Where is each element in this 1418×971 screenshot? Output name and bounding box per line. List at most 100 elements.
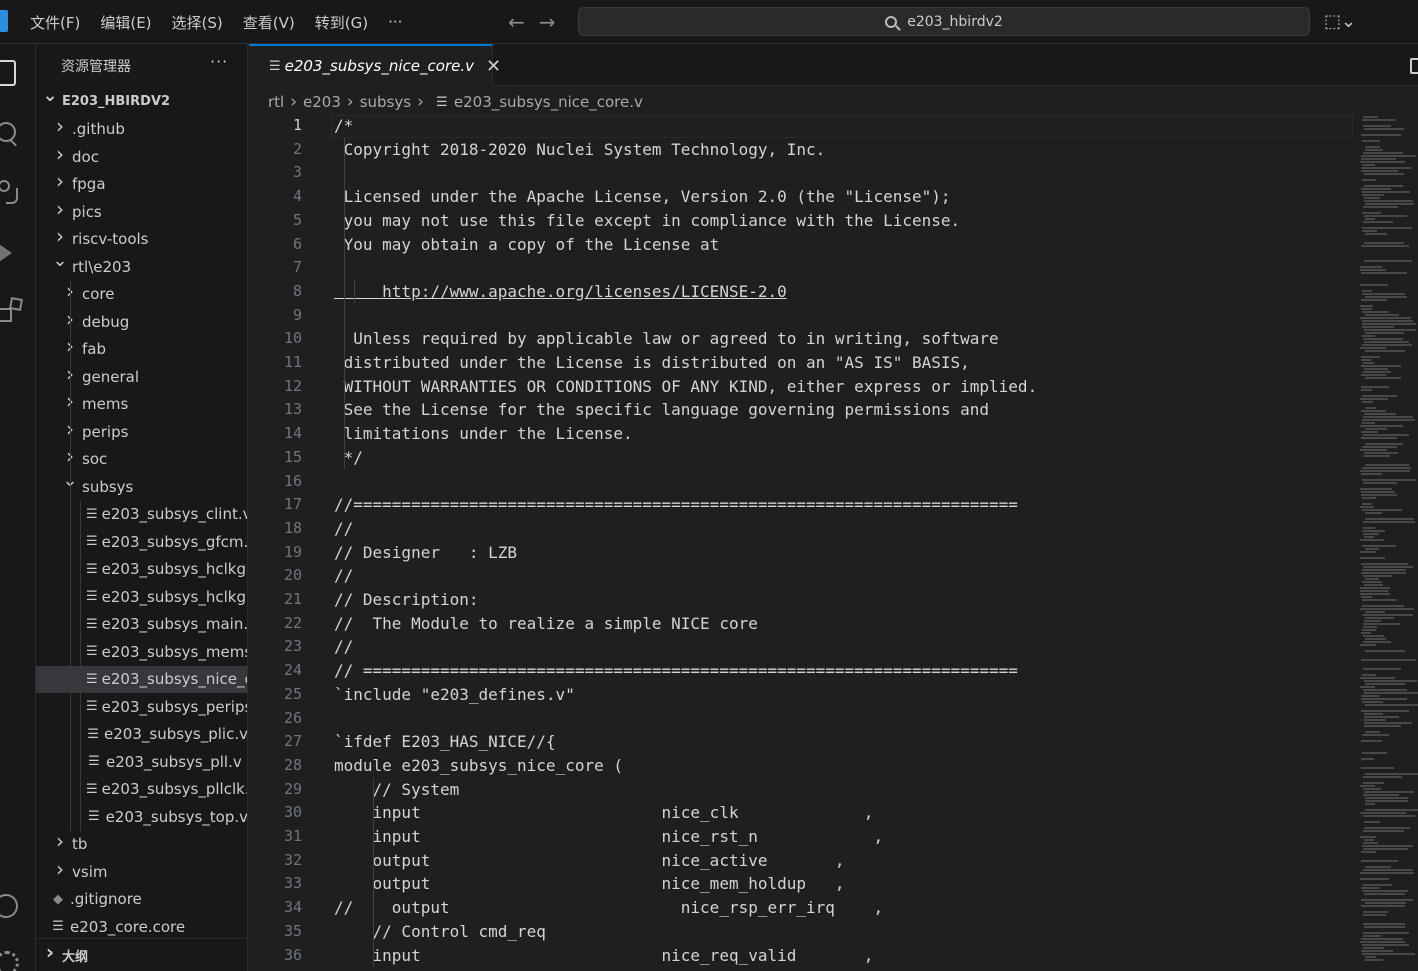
tree-folder[interactable]: subsys [36, 473, 247, 500]
menu-file[interactable]: 文件(F) [30, 12, 80, 33]
tree-file[interactable]: ☰ e203_subsys_clint.v [36, 501, 247, 528]
explorer-more-button[interactable]: ··· [210, 52, 228, 71]
tree-file[interactable]: ☰ e203_subsys_hclkg... [36, 556, 248, 583]
breadcrumb-rtl[interactable]: rtl [268, 93, 284, 111]
source-control-icon[interactable] [0, 180, 24, 204]
tree-file[interactable]: ☰ e203_subsys_pllclk... [36, 776, 247, 803]
gear-icon[interactable] [0, 949, 24, 971]
tree-folder[interactable]: soc [36, 446, 247, 473]
menu-view[interactable]: 查看(V) [243, 12, 295, 33]
tree-folder[interactable]: perips [36, 418, 247, 445]
split-editor-icon[interactable] [1410, 58, 1418, 74]
minimap-line [1361, 359, 1371, 361]
minimap[interactable] [1356, 114, 1418, 971]
tree-file[interactable]: ☰ e203_subsys_hclkg... [36, 583, 247, 610]
indent-guide [70, 280, 71, 831]
breadcrumb-subsys[interactable]: subsys [360, 93, 411, 111]
minimap-line [1362, 497, 1376, 499]
copilot-chat-icon[interactable]: ⬚⌄ [1324, 11, 1356, 32]
tree-folder[interactable]: .github [36, 116, 247, 143]
code-text: module e203_subsys_nice_core ( [334, 755, 623, 775]
minimap-line [1362, 479, 1416, 481]
tree-folder[interactable]: pics [36, 198, 247, 225]
code-text: `ifdef E203_HAS_NICE//{ [334, 732, 556, 752]
menu-edit[interactable]: 编辑(E) [100, 12, 151, 33]
close-icon[interactable]: ✕ [486, 56, 501, 77]
line-number: 1 [292, 116, 302, 134]
tree-file[interactable]: ◆ .gitignore [36, 886, 247, 913]
explorer-files-icon[interactable] [0, 60, 16, 86]
code-line: 16 [249, 470, 1354, 494]
tree-file[interactable]: ☰e203_subsys_nice_c... [36, 665, 247, 693]
menu-go[interactable]: 转到(G) [315, 12, 368, 33]
tree-item-label: fab [82, 340, 106, 358]
back-arrow-icon[interactable]: ← [508, 10, 525, 34]
code-line: 36 input nice_req_valid , [249, 944, 1354, 968]
tree-item-label: core [82, 285, 115, 303]
search-icon[interactable] [0, 122, 24, 146]
code-line: 9 [249, 304, 1354, 328]
tree-item-label: e203_subsys_hclkg... [101, 560, 248, 578]
tree-folder[interactable]: core [36, 281, 247, 308]
tree-file[interactable]: ☰ e203_subsys_pll.v [36, 748, 247, 775]
tree-file[interactable]: ☰ e203_subsys_main.v [36, 611, 247, 638]
tree-folder[interactable]: rtl\e203 [36, 253, 247, 280]
account-icon[interactable] [0, 894, 24, 918]
tree-folder[interactable]: debug [36, 308, 247, 335]
code-editor[interactable]: 1 /* 2 Copyright 2018-2020 Nuclei System T… [249, 114, 1354, 971]
minimap-line [1362, 344, 1412, 346]
tree-folder[interactable]: mems [36, 391, 247, 418]
outline-section[interactable]: 大纲 [36, 938, 247, 971]
tree-folder[interactable]: fpga [36, 171, 247, 198]
tree-folder[interactable]: fab [36, 336, 247, 363]
minimap-line [1365, 443, 1403, 445]
minimap-line [1363, 371, 1391, 373]
tree-file[interactable]: ☰ e203_core.core [36, 913, 247, 940]
line-number: 31 [283, 827, 302, 845]
code-text: /* [334, 116, 354, 135]
minimap-line [1364, 173, 1404, 175]
chevron-right-icon [42, 947, 58, 963]
minimap-line [1364, 242, 1404, 244]
file-lines-icon: ☰ [86, 589, 98, 604]
line-number: 4 [292, 187, 302, 206]
breadcrumb-e203[interactable]: e203 [303, 93, 341, 111]
tree-file[interactable]: ☰e203_subsys_perips.v [36, 693, 247, 720]
run-debug-icon[interactable] [0, 240, 24, 264]
minimap-line [1362, 752, 1387, 754]
tree-item-label: perips [82, 422, 129, 441]
minimap-line [1363, 782, 1384, 784]
file-lines-icon: ☰ [88, 754, 100, 769]
tree-file[interactable]: ☰ e203_subsys_top.v [36, 803, 247, 830]
minimap-line [1360, 347, 1386, 349]
menu-selection[interactable]: 选择(S) [172, 12, 223, 33]
tree-folder[interactable]: vsim [36, 858, 247, 885]
minimap-line [1365, 638, 1386, 640]
line-number: 13 [283, 400, 302, 419]
code-text: // =====================================… [334, 661, 1018, 681]
breadcrumb-file[interactable]: e203_subsys_nice_core.v [454, 93, 643, 111]
tree-root[interactable]: E203_HBIRDV2 [36, 88, 247, 115]
line-number: 30 [283, 803, 302, 822]
minimap-line [1365, 332, 1404, 334]
line-number: 12 [283, 376, 302, 395]
tree-folder[interactable]: riscv-tools [36, 226, 247, 253]
minimap-line [1363, 575, 1392, 577]
minimap-line [1364, 413, 1396, 415]
minimap-line [1364, 620, 1381, 622]
extensions-icon[interactable] [0, 300, 24, 324]
command-center-search[interactable]: e203_hbirdv2 [578, 7, 1310, 36]
tree-file[interactable]: ☰ e203_subsys_gfcm.v [36, 528, 247, 555]
minimap-line [1365, 377, 1401, 379]
tree-file[interactable]: ☰e203_subsys_mems.v [36, 638, 247, 665]
tree-folder[interactable]: doc [36, 143, 247, 170]
code-link[interactable]: http://www.apache.org/licenses/LICENSE-2… [334, 280, 787, 304]
menu-more[interactable]: ··· [388, 13, 402, 31]
tree-folder[interactable]: general [36, 363, 247, 390]
code-text: input nice_req_valid , [334, 945, 874, 965]
tab-e203-subsys-nice-core[interactable]: ☰ e203_subsys_nice_core.v ✕ [249, 44, 501, 86]
tree-file[interactable]: ☰ e203_subsys_plic.v [36, 721, 247, 748]
forward-arrow-icon[interactable]: → [539, 10, 556, 34]
code-line: 31 input nice_rst_n , [249, 825, 1354, 849]
tree-folder[interactable]: tb [36, 831, 247, 858]
